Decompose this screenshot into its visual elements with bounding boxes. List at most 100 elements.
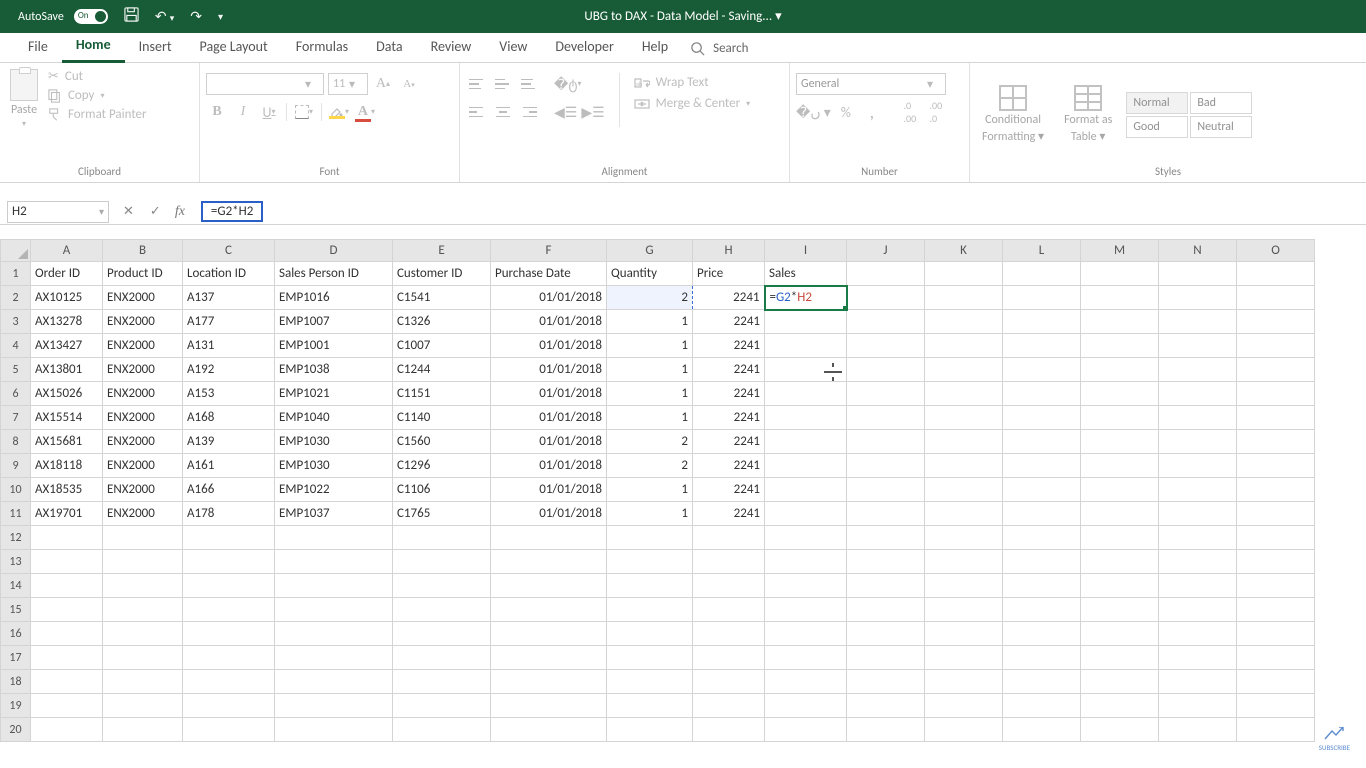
cell[interactable] <box>847 550 925 574</box>
cell[interactable] <box>393 718 491 742</box>
cell[interactable] <box>1237 622 1315 646</box>
cell[interactable] <box>491 646 607 670</box>
row-header[interactable]: 8 <box>1 430 31 454</box>
cell[interactable]: 01/01/2018 <box>491 502 607 526</box>
cell[interactable]: A178 <box>183 502 275 526</box>
cell[interactable]: 1 <box>607 334 693 358</box>
cell[interactable] <box>275 670 393 694</box>
col-header[interactable]: G <box>607 240 693 262</box>
cell[interactable] <box>103 718 183 742</box>
percent-icon[interactable]: % <box>835 101 857 123</box>
row-header[interactable]: 14 <box>1 574 31 598</box>
underline-button[interactable]: U ▾ <box>258 101 280 123</box>
cell[interactable] <box>1003 310 1081 334</box>
cell[interactable] <box>491 670 607 694</box>
number-format-select[interactable]: General▾ <box>796 73 946 95</box>
spreadsheet-grid[interactable]: ABCDEFGHIJKLMNO1Order IDProduct IDLocati… <box>0 239 1366 742</box>
cell[interactable]: C1140 <box>393 406 491 430</box>
cell[interactable]: 2241 <box>693 454 765 478</box>
cell[interactable] <box>1081 358 1159 382</box>
row-header[interactable]: 3 <box>1 310 31 334</box>
cell[interactable] <box>847 262 925 286</box>
cell[interactable]: AX15514 <box>31 406 103 430</box>
cell[interactable] <box>847 646 925 670</box>
cell[interactable]: C1007 <box>393 334 491 358</box>
cell[interactable]: ENX2000 <box>103 454 183 478</box>
cell[interactable]: Price <box>693 262 765 286</box>
increase-decimal-icon[interactable]: .0.00 <box>899 101 921 123</box>
cell[interactable] <box>1237 670 1315 694</box>
cell[interactable]: Quantity <box>607 262 693 286</box>
cell[interactable] <box>275 718 393 742</box>
cell[interactable] <box>765 670 847 694</box>
cell[interactable] <box>1003 550 1081 574</box>
cell[interactable] <box>1003 430 1081 454</box>
cell[interactable] <box>1003 286 1081 310</box>
col-header[interactable]: H <box>693 240 765 262</box>
cell[interactable] <box>925 694 1003 718</box>
cell[interactable] <box>491 622 607 646</box>
cell[interactable]: A137 <box>183 286 275 310</box>
cell[interactable] <box>393 622 491 646</box>
cell[interactable] <box>1081 430 1159 454</box>
cell[interactable]: AX15681 <box>31 430 103 454</box>
row-header[interactable]: 10 <box>1 478 31 502</box>
merge-center-button[interactable]: Merge & Center ▾ <box>634 96 751 111</box>
border-button[interactable]: ▾ <box>293 101 315 123</box>
cell[interactable] <box>925 382 1003 406</box>
font-color-button[interactable]: A ▾ <box>354 101 376 123</box>
cell[interactable] <box>925 454 1003 478</box>
cell[interactable] <box>765 478 847 502</box>
cell[interactable] <box>393 574 491 598</box>
cell[interactable] <box>31 622 103 646</box>
cell[interactable] <box>183 598 275 622</box>
comma-icon[interactable]: , <box>861 101 883 123</box>
align-top-icon[interactable] <box>466 73 488 95</box>
cancel-formula-icon[interactable]: ✕ <box>123 204 134 219</box>
cell[interactable] <box>765 310 847 334</box>
cell[interactable]: ENX2000 <box>103 286 183 310</box>
cell[interactable] <box>925 358 1003 382</box>
fx-icon[interactable]: fx <box>175 204 201 220</box>
col-header[interactable]: B <box>103 240 183 262</box>
cell[interactable] <box>1159 382 1237 406</box>
cell[interactable] <box>393 694 491 718</box>
cell[interactable]: 1 <box>607 502 693 526</box>
cell[interactable] <box>1003 454 1081 478</box>
cell[interactable] <box>1159 718 1237 742</box>
cell[interactable] <box>847 454 925 478</box>
cell[interactable]: AX19701 <box>31 502 103 526</box>
cell[interactable] <box>1003 358 1081 382</box>
cell[interactable]: ENX2000 <box>103 382 183 406</box>
cell[interactable] <box>103 526 183 550</box>
cell[interactable] <box>1237 502 1315 526</box>
cell[interactable]: AX15026 <box>31 382 103 406</box>
cell[interactable]: =G2*H2 <box>765 286 847 310</box>
cell[interactable]: 01/01/2018 <box>491 334 607 358</box>
cell[interactable] <box>607 550 693 574</box>
row-header[interactable]: 1 <box>1 262 31 286</box>
increase-font-icon[interactable]: A▴ <box>372 73 394 95</box>
cell[interactable] <box>925 502 1003 526</box>
style-neutral[interactable]: Neutral <box>1190 116 1252 138</box>
cell[interactable] <box>925 262 1003 286</box>
cell[interactable]: 2 <box>607 454 693 478</box>
cell[interactable] <box>925 478 1003 502</box>
cell[interactable] <box>1159 670 1237 694</box>
cell[interactable] <box>693 526 765 550</box>
cell[interactable] <box>393 598 491 622</box>
cell[interactable] <box>1081 526 1159 550</box>
cell[interactable] <box>103 574 183 598</box>
cell[interactable] <box>103 670 183 694</box>
cell[interactable] <box>1081 598 1159 622</box>
cell[interactable] <box>1081 382 1159 406</box>
cell[interactable] <box>1003 574 1081 598</box>
cell[interactable]: EMP1007 <box>275 310 393 334</box>
cell[interactable]: 01/01/2018 <box>491 430 607 454</box>
qat-custom-icon[interactable]: ▾ <box>210 10 231 23</box>
cell[interactable] <box>847 718 925 742</box>
cell[interactable] <box>765 526 847 550</box>
cell[interactable] <box>1081 478 1159 502</box>
cell[interactable] <box>1159 478 1237 502</box>
align-right-icon[interactable] <box>518 101 540 123</box>
